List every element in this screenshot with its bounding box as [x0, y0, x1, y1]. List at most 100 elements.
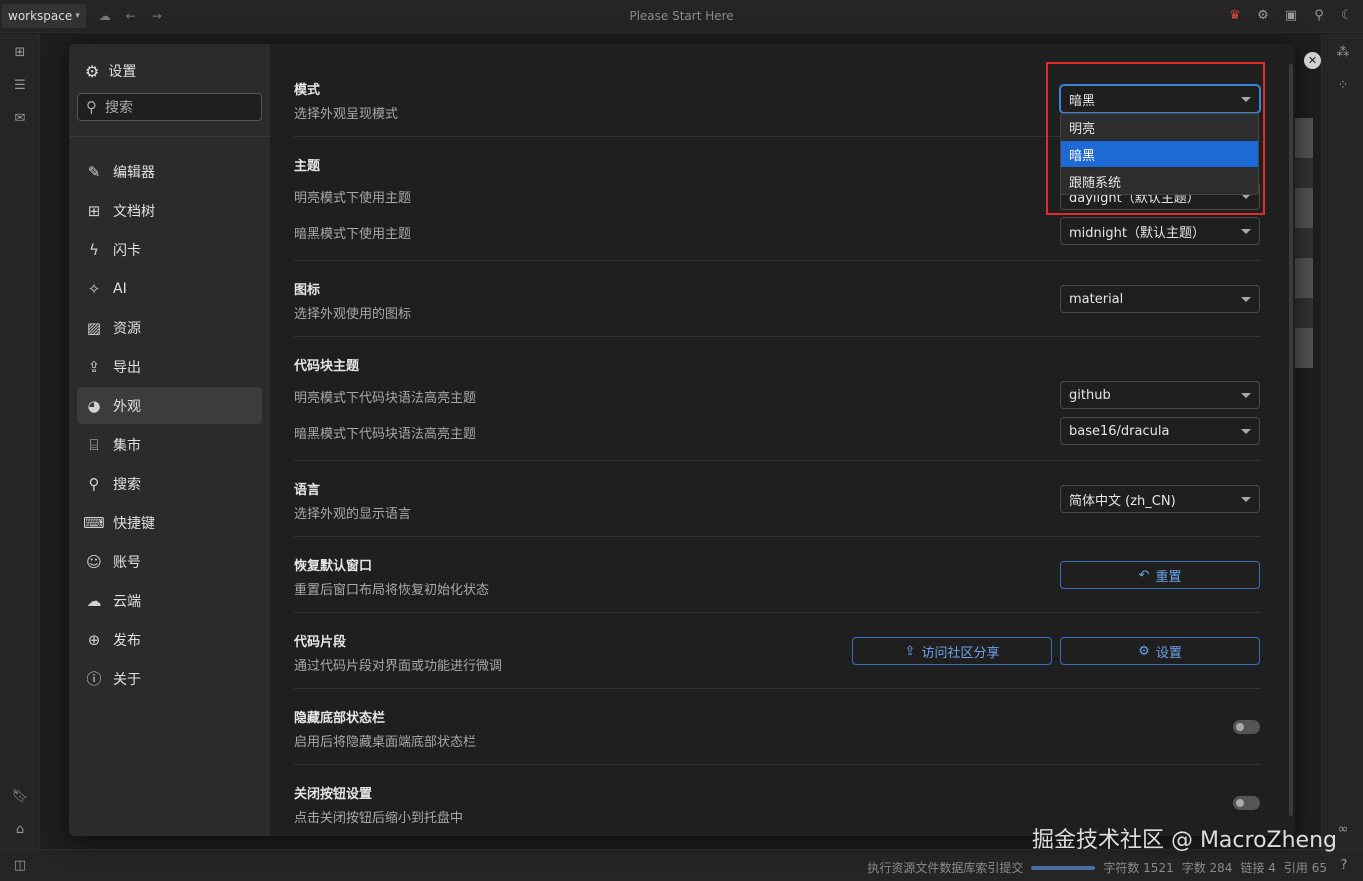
code-theme-light-label: 明亮模式下代码块语法高亮主题	[294, 391, 477, 406]
language-desc: 选择外观的显示语言	[294, 507, 412, 522]
close-button-toggle[interactable]	[1233, 796, 1260, 810]
mail-icon[interactable]: ✉	[11, 109, 29, 127]
snippets-title: 代码片段	[294, 635, 347, 650]
snippets-row: 代码片段 通过代码片段对界面或功能进行微调 ⇪ 访问社区分享 ⚙ 设置	[294, 613, 1260, 689]
community-share-label: 访问社区分享	[921, 645, 1000, 661]
sidebar-item-label: 集市	[113, 437, 141, 454]
sidebar-item-label: 资源	[113, 320, 141, 337]
language-select[interactable]: 简体中文 (zh_CN)	[1060, 485, 1260, 513]
icon-select[interactable]: material	[1060, 285, 1260, 313]
sidebar-item-about[interactable]: ⓘ 关于	[77, 660, 262, 697]
status-links: 链接 4	[1240, 861, 1276, 875]
user-icon: ☺	[86, 552, 102, 571]
global-graph-icon[interactable]: ⁘	[1334, 76, 1352, 94]
workspace-label: workspace	[8, 9, 73, 23]
sidebar-item-label: 关于	[113, 671, 141, 688]
sidebar-item-assets[interactable]: ▨ 资源	[77, 309, 262, 346]
status-info: 执行资源文件数据库索引提交 字符数 1521 字数 284 链接 4 引用 65	[867, 859, 1327, 876]
plugin-icon[interactable]: ⚙	[1255, 7, 1271, 23]
settings-title-label: 设置	[108, 64, 137, 80]
status-refs: 引用 65	[1283, 861, 1327, 875]
undo-icon: ↶	[1138, 567, 1150, 583]
crown-icon[interactable]: ♛	[1227, 7, 1243, 23]
file-tree-icon[interactable]: ⊞	[11, 43, 29, 61]
task-progress-bar	[1031, 865, 1096, 870]
hide-statusbar-toggle[interactable]	[1233, 720, 1260, 734]
outline-icon[interactable]: ☰	[11, 76, 29, 94]
content-scrollbar[interactable]	[1289, 64, 1293, 816]
snippets-settings-button[interactable]: ⚙ 设置	[1060, 637, 1260, 665]
sidebar-item-export[interactable]: ⇪ 导出	[77, 348, 262, 385]
sidebar-item-label: 账号	[113, 554, 141, 571]
hide-statusbar-desc: 启用后将隐藏桌面端底部状态栏	[294, 735, 477, 750]
code-theme-dark-value: base16/dracula	[1069, 423, 1170, 439]
graph-icon[interactable]: ⁂	[1334, 43, 1352, 61]
theme-title: 主题	[294, 159, 321, 174]
sidebar-item-ai[interactable]: ✧ AI	[77, 270, 262, 307]
code-theme-dark-select[interactable]: base16/dracula	[1060, 417, 1260, 445]
sparkle-icon: ✧	[87, 279, 101, 298]
back-arrow-icon[interactable]: ←	[124, 9, 138, 23]
search-placeholder: 搜索	[105, 100, 133, 116]
gear-icon: ⚙	[1138, 643, 1150, 659]
code-theme-light-value: github	[1069, 387, 1111, 403]
tag-icon[interactable]: ⌂	[11, 820, 29, 838]
sidebar-item-cloud[interactable]: ☁ 云端	[77, 582, 262, 619]
globe-icon: ⊕	[87, 630, 101, 649]
store-icon: ⌸	[89, 435, 99, 454]
terminal-icon[interactable]: ▣	[1283, 7, 1299, 23]
sidebar-item-publish[interactable]: ⊕ 发布	[77, 621, 262, 658]
right-dock: ⁂ ⁘ ∞	[1321, 34, 1363, 849]
cloud-off-icon[interactable]: ☁	[98, 9, 112, 23]
sidebar-item-search[interactable]: ⚲ 搜索	[77, 465, 262, 502]
sidebar-item-flashcard[interactable]: ϟ 闪卡	[77, 231, 262, 268]
sidebar-item-account[interactable]: ☺ 账号	[77, 543, 262, 580]
sidebar-item-keymap[interactable]: ⌨ 快捷键	[77, 504, 262, 541]
forward-arrow-icon[interactable]: →	[150, 9, 164, 23]
settings-search-input[interactable]: ⚲ 搜索	[77, 93, 262, 121]
search-icon: ⚲	[88, 474, 100, 493]
language-select-value: 简体中文 (zh_CN)	[1069, 493, 1176, 509]
reset-window-title: 恢复默认窗口	[294, 559, 373, 574]
mode-title: 模式	[294, 83, 321, 98]
sidebar-item-bazaar[interactable]: ⌸ 集市	[77, 426, 262, 463]
settings-title: ⚙ 设置	[85, 61, 136, 81]
community-share-button[interactable]: ⇪ 访问社区分享	[852, 637, 1052, 665]
language-title: 语言	[294, 483, 321, 498]
sidebar-item-filetree[interactable]: ⊞ 文档树	[77, 192, 262, 229]
sidebar-item-appearance[interactable]: ◕ 外观	[77, 387, 262, 424]
workspace-button[interactable]: workspace ▾	[2, 4, 86, 28]
sidebar-item-label: 搜索	[113, 476, 141, 493]
sidebar-item-label: 快捷键	[113, 515, 155, 532]
reset-button-label: 重置	[1155, 569, 1182, 585]
chevron-down-icon: ▾	[75, 11, 80, 21]
language-row: 语言 选择外观的显示语言 简体中文 (zh_CN)	[294, 461, 1260, 537]
hide-statusbar-title: 隐藏底部状态栏	[294, 711, 386, 726]
dock-toggle-icon[interactable]: ◫	[11, 856, 29, 874]
moon-icon[interactable]: ☾	[1339, 7, 1355, 23]
mode-desc: 选择外观呈现模式	[294, 107, 399, 122]
icon-select-value: material	[1069, 291, 1124, 307]
cloud-icon: ☁	[86, 591, 102, 610]
settings-sidebar: ⚙ 设置 ⚲ 搜索 ✎ 编辑器 ⊞ 文档树 ϟ 闪卡 ✧ AI ▨ 资源 ⇪ 导…	[69, 44, 270, 836]
search-icon[interactable]: ⚲	[1311, 7, 1327, 23]
tree-icon: ⊞	[87, 201, 101, 220]
reset-button[interactable]: ↶ 重置	[1060, 561, 1260, 589]
info-icon: ⓘ	[86, 670, 102, 688]
palette-icon: ◕	[87, 396, 101, 415]
annotation-highlight-box	[1046, 62, 1265, 215]
bookmark-icon[interactable]: 🔖︎	[11, 787, 29, 805]
code-theme-light-select[interactable]: github	[1060, 381, 1260, 409]
status-words: 字数 284	[1181, 861, 1233, 875]
settings-dialog: ⚙ 设置 ⚲ 搜索 ✎ 编辑器 ⊞ 文档树 ϟ 闪卡 ✧ AI ▨ 资源 ⇪ 导…	[69, 44, 1295, 836]
sidebar-item-editor[interactable]: ✎ 编辑器	[77, 153, 262, 190]
code-theme-row: 代码块主题 明亮模式下代码块语法高亮主题 github 暗黑模式下代码块语法高亮…	[294, 337, 1260, 461]
close-icon[interactable]: ✕	[1304, 52, 1321, 69]
theme-dark-select[interactable]: midnight（默认主题）	[1060, 217, 1260, 245]
background-editor-strip	[1295, 118, 1313, 368]
snippets-desc: 通过代码片段对界面或功能进行微调	[294, 659, 503, 674]
icon-row: 图标 选择外观使用的图标 material	[294, 261, 1260, 337]
help-icon[interactable]: ?	[1335, 856, 1353, 874]
sidebar-item-label: AI	[113, 280, 127, 297]
icon-title: 图标	[294, 283, 321, 298]
